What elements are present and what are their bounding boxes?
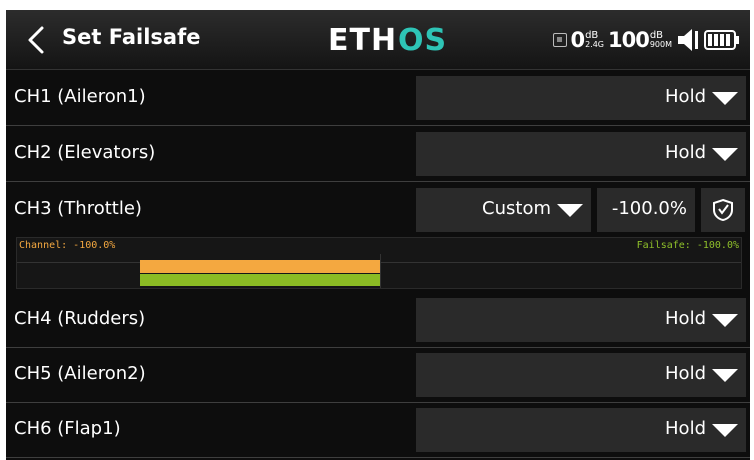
failsafe-value-label: Failsafe: -100.0% [636, 240, 739, 251]
chevron-down-icon [712, 92, 738, 105]
status-area: 0 dB 2.4G 100 dB 900M [553, 20, 740, 60]
chevron-down-icon [712, 314, 738, 327]
channel-bar-panel: Channel: -100.0% Failsafe: -100.0% [16, 237, 742, 289]
bar-center-line [380, 254, 381, 288]
failsafe-mode-select[interactable]: Hold [416, 298, 746, 342]
failsafe-mode-select[interactable]: Hold [416, 132, 746, 176]
channel-label: CH2 (Elevators) [14, 142, 156, 163]
rssi-900m: 100 dB 900M [607, 28, 672, 52]
speaker-icon[interactable] [676, 27, 700, 53]
failsafe-mode-select[interactable]: Custom [416, 188, 591, 232]
svg-text:OS: OS [398, 23, 447, 56]
channel-output-bar [140, 260, 380, 273]
failsafe-mode-select[interactable]: Hold [416, 76, 746, 120]
rssi-2g4: 0 dB 2.4G [553, 28, 604, 52]
header-bar: Set Failsafe ETH OS 0 dB 2.4G 100 dB 900 [6, 10, 750, 70]
channel-value-label: Channel: -100.0% [19, 240, 116, 251]
ethos-logo: ETH OS [328, 22, 448, 58]
failsafe-screen: Set Failsafe ETH OS 0 dB 2.4G 100 dB 900 [6, 10, 750, 460]
channel-row-ch1: CH1 (Aileron1) Hold [6, 71, 750, 126]
set-current-button[interactable] [701, 188, 745, 232]
page-title: Set Failsafe [62, 25, 201, 49]
svg-text:ETH: ETH [328, 23, 397, 56]
chevron-down-icon [712, 369, 738, 382]
channel-label: CH5 (Aileron2) [14, 363, 146, 384]
failsafe-mode-select[interactable]: Hold [416, 353, 746, 397]
chevron-down-icon [557, 204, 583, 217]
channel-row-ch4: CH4 (Rudders) Hold [6, 293, 750, 348]
failsafe-value-field[interactable]: -100.0% [597, 188, 695, 232]
failsafe-mode-select[interactable]: Hold [416, 408, 746, 452]
failsafe-output-bar [140, 274, 380, 286]
channel-row-ch5: CH5 (Aileron2) Hold [6, 348, 750, 403]
shield-check-icon [713, 198, 733, 222]
battery-icon [704, 29, 740, 51]
channel-label: CH3 (Throttle) [14, 198, 142, 219]
channel-row-ch6: CH6 (Flap1) Hold [6, 403, 750, 458]
chevron-left-icon [28, 26, 44, 54]
receiver-icon [553, 33, 568, 47]
back-button[interactable] [22, 20, 62, 60]
channel-label: CH1 (Aileron1) [14, 86, 146, 107]
channel-label: CH4 (Rudders) [14, 308, 146, 329]
channel-row-ch2: CH2 (Elevators) Hold [6, 127, 750, 182]
chevron-down-icon [712, 148, 738, 161]
channel-label: CH6 (Flap1) [14, 418, 121, 439]
chevron-down-icon [712, 424, 738, 437]
channel-row-ch3: CH3 (Throttle) Custom -100.0% [6, 183, 750, 238]
